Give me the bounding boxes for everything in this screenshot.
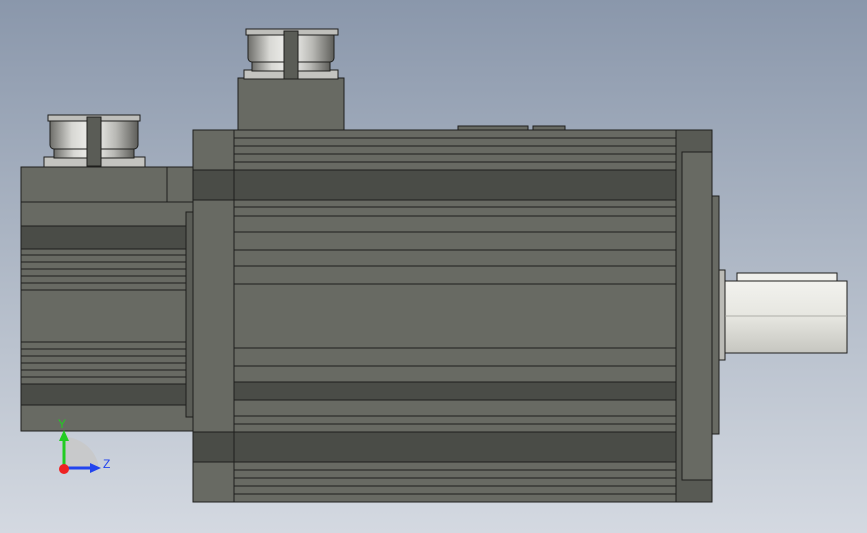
encoder-housing	[20, 166, 195, 432]
servo-motor-model[interactable]: Y Z	[0, 0, 867, 533]
encoder-connector	[43, 114, 146, 168]
graphics-viewport[interactable]: Y Z	[0, 0, 867, 533]
front-flange	[675, 129, 726, 503]
z-axis-label: Z	[103, 457, 110, 471]
output-shaft	[724, 272, 848, 354]
power-connector	[237, 28, 345, 131]
y-axis-label: Y	[58, 417, 66, 431]
motor-body	[192, 125, 677, 503]
